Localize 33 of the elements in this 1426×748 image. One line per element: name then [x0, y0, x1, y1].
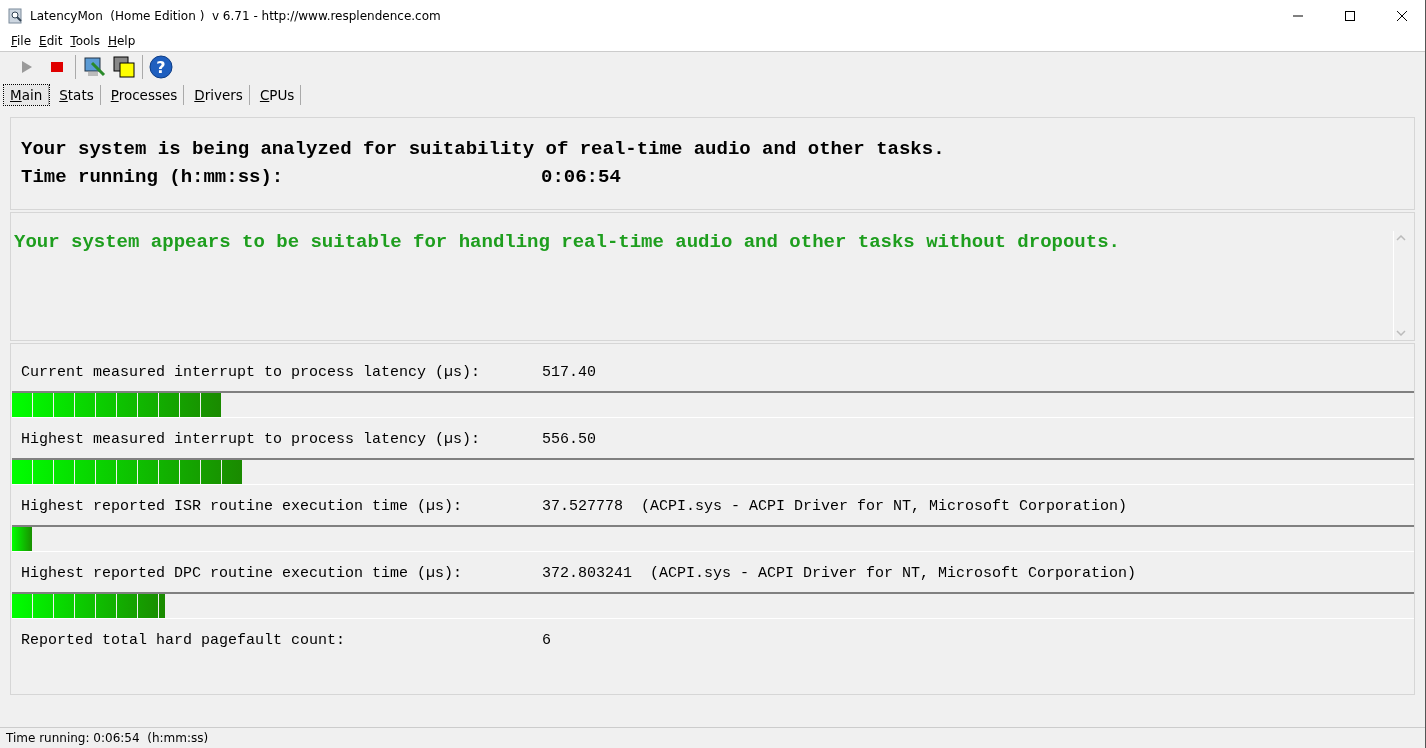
metric-label: Highest measured interrupt to process latency (µs): — [21, 431, 482, 448]
metric-value: 37.527778 (ACPI.sys - ACPI Driver for NT, Microsoft Corporation) — [542, 498, 1129, 515]
metric-label: Highest reported ISR routine execution time (µs): — [21, 498, 464, 515]
status-text: Time running: 0:06:54 (h:mm:ss) — [6, 731, 209, 745]
help-icon[interactable]: ? — [148, 54, 174, 80]
scroll-bar[interactable] — [1393, 231, 1408, 340]
tab[interactable]: Processes — [104, 85, 185, 105]
windows-icon[interactable] — [111, 54, 137, 80]
metric-value: 372.803241 (ACPI.sys - ACPI Driver for NT, Microsoft Corporation) — [542, 565, 1138, 582]
metric-label: Highest reported DPC routine execution time (µs): — [21, 565, 464, 582]
tab[interactable]: CPUs — [253, 85, 302, 105]
metric-label: Reported total hard pagefault count: — [21, 632, 347, 649]
time-value: 0:06:54 — [541, 166, 622, 188]
close-icon — [1396, 9, 1408, 22]
play-icon — [21, 60, 33, 74]
maximize-icon — [1344, 9, 1356, 22]
stop-icon — [51, 62, 63, 72]
metric-value: 556.50 — [542, 431, 597, 448]
window-title: LatencyMon (Home Edition ) v 6.71 - http://www.resplendence.com — [30, 8, 442, 23]
menu-item[interactable]: Tools — [67, 34, 103, 48]
time-label: Time running (h:mm:ss): — [21, 166, 285, 188]
metric-label: Current measured interrupt to process latency (µs): — [21, 364, 482, 381]
metric-value: 6 — [542, 632, 552, 649]
menu-item[interactable]: File — [8, 34, 35, 48]
tab[interactable]: Stats — [53, 85, 101, 105]
verdict-text: Your system appears to be suitable for handling real-time audio and other tasks without dropouts. — [14, 231, 1121, 255]
tab[interactable]: Main — [4, 85, 50, 105]
menu-item[interactable]: Help — [104, 34, 139, 48]
analysis-heading: Your system is being analyzed for suitability of real-time audio and other tasks. — [21, 138, 946, 160]
tab[interactable]: Drivers — [188, 85, 250, 105]
menu-item[interactable]: Edit — [36, 34, 66, 48]
magnifier-icon — [8, 7, 24, 24]
metric-value: 517.40 — [542, 364, 597, 381]
